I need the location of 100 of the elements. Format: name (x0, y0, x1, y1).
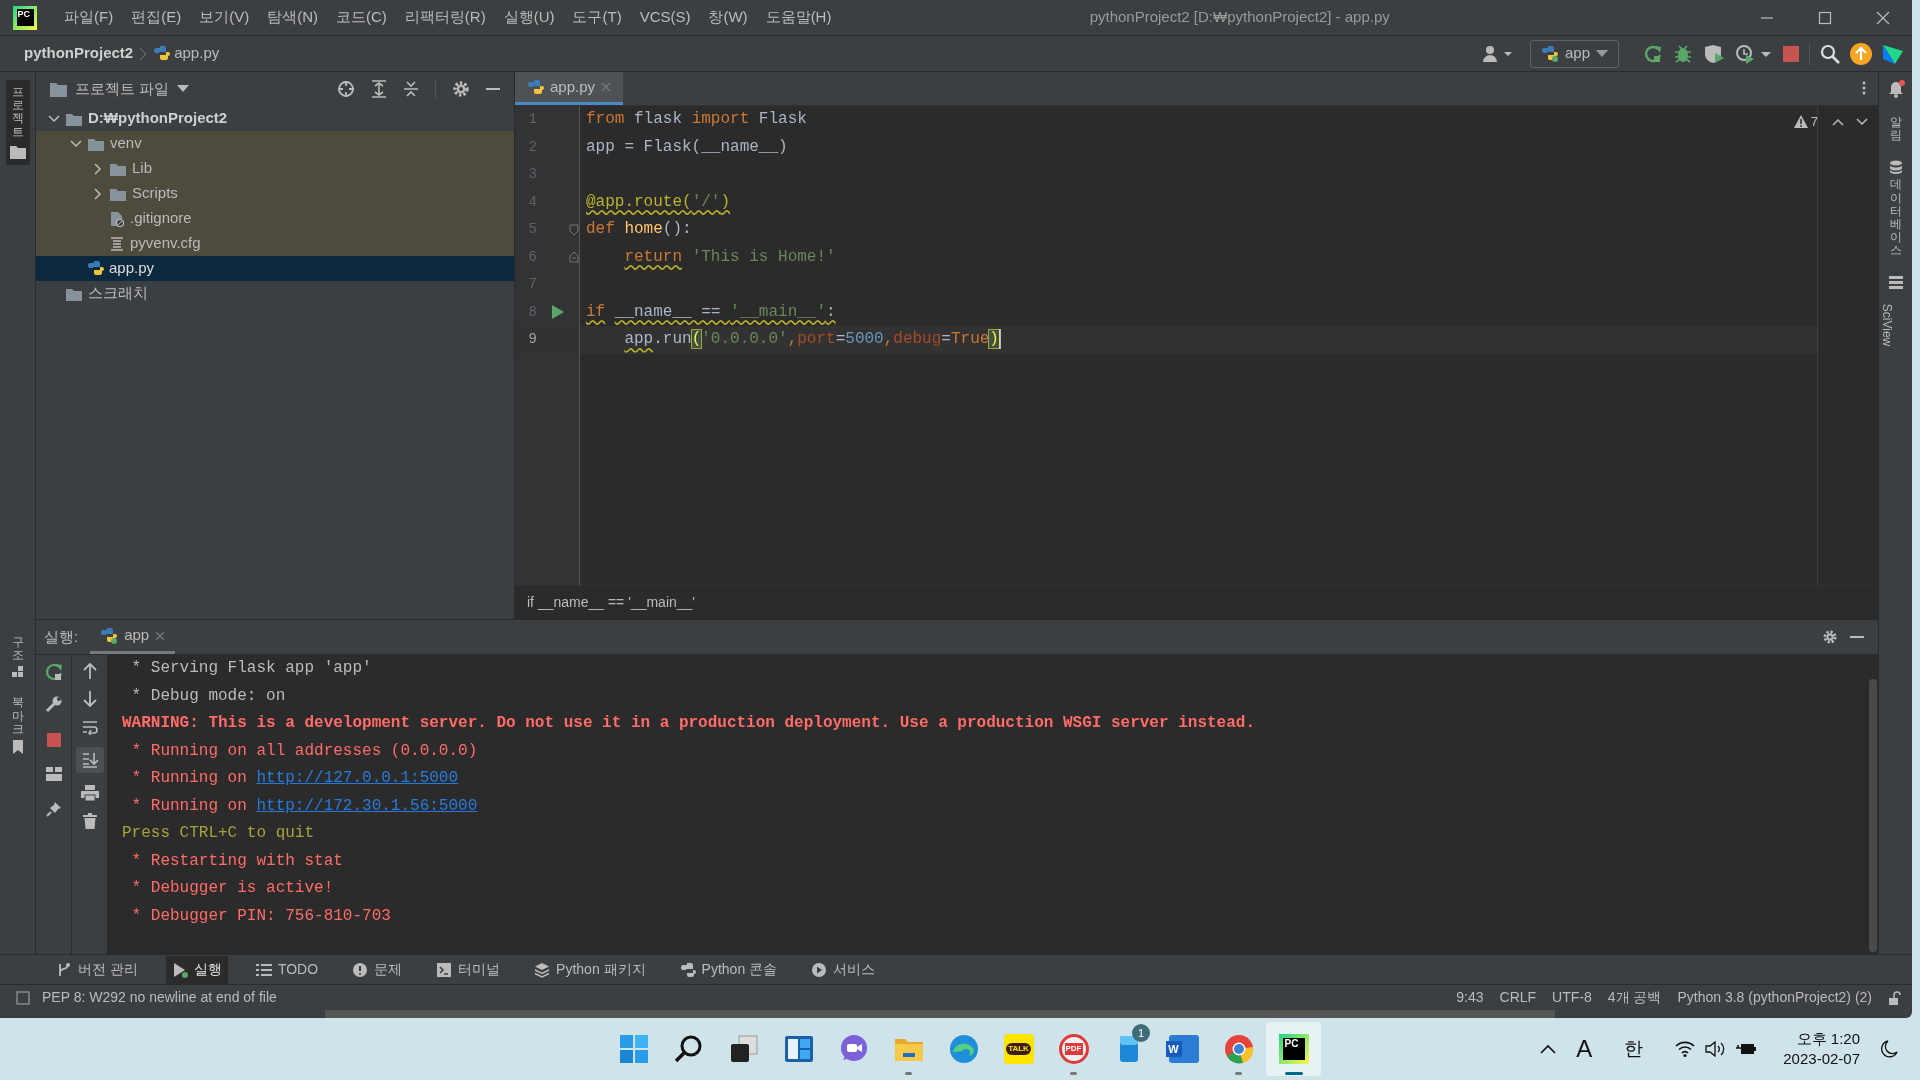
run-icon[interactable] (552, 305, 564, 320)
breadcrumb-item[interactable]: app.py (153, 42, 220, 65)
taskbar-app[interactable]: W (1156, 1022, 1211, 1076)
lock-icon[interactable] (1888, 990, 1902, 1005)
wrench-icon[interactable] (44, 695, 63, 713)
soft-wrap-icon[interactable] (81, 719, 98, 735)
stop-icon[interactable] (1783, 45, 1799, 62)
status-item[interactable]: 4개 공백 (1607, 987, 1662, 1008)
code-breadcrumb[interactable]: if __name__ == '__main__' (527, 592, 696, 613)
tool-window-tab[interactable]: TODO (249, 955, 325, 984)
widgets-icon[interactable] (783, 1034, 814, 1064)
stop-icon[interactable] (46, 733, 61, 747)
tree-item[interactable]: Scripts (36, 181, 514, 206)
profiler-icon[interactable] (1735, 43, 1773, 64)
trash-icon[interactable] (82, 813, 97, 829)
ime-indicator[interactable]: 한 (1624, 1034, 1644, 1064)
menu-item[interactable]: 편집(E) (131, 6, 182, 29)
tree-item[interactable]: D:₩pythonProject2 (36, 106, 514, 131)
tree-item[interactable]: pyvenv.cfg (36, 231, 514, 256)
settings-icon[interactable] (452, 80, 470, 98)
menu-item[interactable]: 리팩터링(R) (404, 6, 486, 29)
taskbar-app[interactable]: PC (1266, 1022, 1321, 1076)
layout-icon[interactable] (45, 767, 62, 781)
volume-icon[interactable] (1705, 1041, 1726, 1057)
tool-window-tab[interactable]: Python 패키지 (528, 955, 652, 984)
search-icon[interactable] (1820, 43, 1840, 64)
bug-icon[interactable] (1673, 43, 1693, 64)
status-item[interactable]: CRLF (1499, 987, 1537, 1008)
tool-window-tab[interactable]: 문제 (346, 955, 409, 984)
print-icon[interactable] (80, 785, 99, 801)
down-arrow-icon[interactable] (82, 691, 97, 707)
pin-icon[interactable] (45, 801, 62, 817)
hide-icon[interactable] (1850, 635, 1864, 639)
link[interactable]: http://127.0.0.1:5000 (256, 765, 459, 793)
tool-window-tab[interactable]: 북마크 (11, 696, 24, 736)
rerun-icon[interactable] (1643, 43, 1663, 64)
editor-tab[interactable]: app.py (515, 72, 624, 105)
menu-item[interactable]: 보기(V) (199, 6, 250, 29)
tool-window-tab[interactable]: SciView (1877, 303, 1896, 346)
scroll-to-end-button[interactable] (75, 747, 104, 773)
taskbar-app[interactable]: PDF (1046, 1022, 1101, 1076)
run-config-dropdown[interactable]: app (1529, 39, 1619, 68)
task-view-icon[interactable] (728, 1034, 759, 1064)
tool-window-tab[interactable]: 터미널 (430, 955, 507, 984)
next-icon[interactable] (1856, 116, 1868, 127)
rerun-icon[interactable] (44, 663, 63, 681)
view-selector[interactable]: 프로젝트 파일 (50, 77, 190, 101)
menu-item[interactable]: 창(W) (708, 6, 748, 29)
chevron-up-icon[interactable] (1540, 1044, 1557, 1054)
status-item[interactable]: Python 3.8 (pythonProject2) (2) (1677, 987, 1872, 1008)
menu-item[interactable]: 도움말(H) (765, 6, 832, 29)
browser-icon[interactable] (1223, 1034, 1254, 1064)
start-icon[interactable] (618, 1034, 649, 1064)
moon-icon[interactable] (1880, 1040, 1898, 1058)
ide-app-icon[interactable]: PC (1278, 1034, 1309, 1064)
document-app-icon[interactable]: W (1168, 1035, 1199, 1063)
menu-item[interactable]: 실행(U) (503, 6, 555, 29)
update-icon[interactable] (1850, 42, 1872, 65)
meet-icon[interactable] (838, 1034, 869, 1064)
tool-window-tab[interactable]: 실행 (165, 955, 228, 984)
status-item[interactable]: 9:43 (1456, 987, 1484, 1008)
hide-icon[interactable] (486, 87, 500, 91)
tree-item[interactable]: 스크래치 (36, 281, 514, 306)
settings-icon[interactable] (1822, 629, 1838, 645)
scrollbar[interactable] (325, 1010, 1555, 1018)
user-icon[interactable] (1481, 44, 1514, 63)
tool-window-tab[interactable]: 구조 (11, 636, 24, 663)
breadcrumb-item[interactable]: pythonProject2 (24, 42, 134, 65)
coverage-icon[interactable] (1703, 43, 1725, 64)
fold-icon[interactable] (569, 251, 579, 264)
scrollbar[interactable] (1869, 679, 1877, 952)
tree-item[interactable]: venv (36, 131, 514, 156)
tool-window-tab[interactable]: 서비스 (805, 955, 882, 984)
input-mode-indicator[interactable]: A (1576, 1031, 1593, 1067)
tool-window-tab[interactable]: 버전 관리 (50, 955, 144, 984)
link[interactable]: http://172.30.1.56:5000 (256, 792, 478, 820)
wifi-icon[interactable] (1675, 1041, 1696, 1057)
locate-icon[interactable] (337, 80, 355, 98)
taskbar-app[interactable]: TALK (991, 1022, 1046, 1076)
tree-item[interactable]: Lib (36, 156, 514, 181)
menu-item[interactable]: 코드(C) (336, 6, 387, 29)
plugin-logo-icon[interactable] (1882, 42, 1904, 65)
up-arrow-icon[interactable] (82, 663, 97, 679)
tree-item[interactable]: .gitignore (36, 206, 514, 231)
more-icon[interactable] (1862, 81, 1866, 95)
battery-icon[interactable] (1735, 1041, 1758, 1057)
tool-window-tab[interactable]: Python 콘솔 (673, 955, 784, 984)
search-icon[interactable] (673, 1034, 704, 1064)
tree-item[interactable]: app.py (36, 256, 514, 281)
chat-app-icon[interactable]: TALK (1003, 1034, 1034, 1064)
taskbar-app[interactable]: 1 (1101, 1022, 1156, 1076)
collapse-all-icon[interactable] (403, 80, 419, 98)
warning-count[interactable]: 7 (1793, 112, 1818, 132)
tool-window-tab[interactable]: 알림 (1889, 116, 1902, 143)
menu-item[interactable]: 파일(F) (64, 6, 114, 29)
pdf-app-icon[interactable]: PDF (1058, 1034, 1089, 1064)
expand-all-icon[interactable] (371, 80, 387, 98)
clock[interactable]: 오후 1:20 2023-02-07 (1783, 1029, 1860, 1069)
browser-icon[interactable] (948, 1034, 979, 1064)
fold-icon[interactable] (569, 223, 579, 236)
